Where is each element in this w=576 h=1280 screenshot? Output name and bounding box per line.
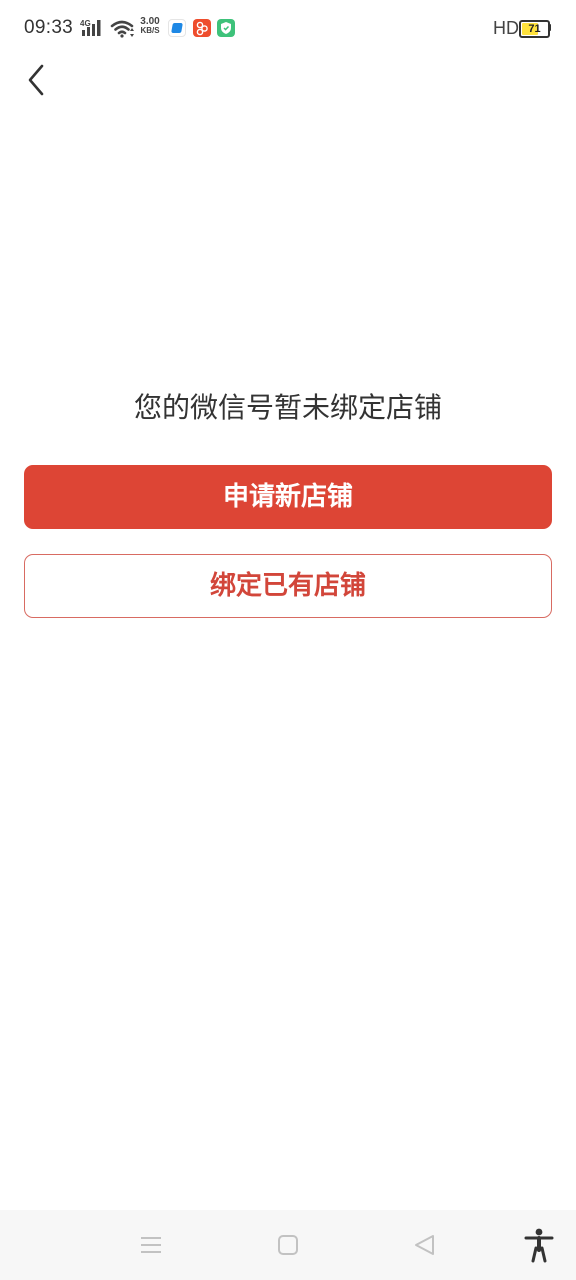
battery-icon: 71 — [519, 20, 550, 38]
accessibility-button[interactable] — [519, 1226, 559, 1266]
chevron-left-icon — [28, 64, 44, 96]
net-speed-value: 3.00 — [140, 16, 160, 27]
menu-icon — [141, 1237, 161, 1253]
svg-text:4G: 4G — [80, 19, 91, 28]
orange-app-icon — [193, 19, 211, 37]
battery-tip — [548, 24, 551, 31]
signal-4g-icon: 4G — [80, 19, 101, 36]
wifi-icon — [110, 20, 134, 38]
net-speed-unit: KB/S — [140, 26, 160, 35]
menu-button[interactable] — [131, 1226, 171, 1266]
net-speed: 3.00 KB/S — [138, 16, 162, 36]
back-triangle-icon — [415, 1235, 434, 1255]
status-time: 09:33 — [24, 17, 74, 38]
unbound-message: 您的微信号暂未绑定店铺 — [133, 391, 442, 424]
apply-new-store-button[interactable]: 申请新店铺 — [24, 465, 552, 529]
hd-label: HD — [493, 18, 519, 38]
system-back-button[interactable] — [405, 1226, 445, 1266]
green-shield-app-icon — [217, 19, 235, 37]
back-button[interactable] — [14, 58, 58, 102]
status-bar: 09:33 4G 3.00 KB/S HD 71 — [0, 0, 576, 58]
battery-level: 71 — [528, 23, 541, 35]
navigation-bar — [0, 1210, 576, 1280]
blue-app-icon — [168, 19, 186, 37]
accessibility-icon — [524, 1228, 554, 1263]
home-icon — [278, 1235, 298, 1255]
bind-existing-store-button[interactable]: 绑定已有店铺 — [24, 554, 552, 618]
screen: 09:33 4G 3.00 KB/S HD 71 您的微信号暂未绑定店铺 申请新… — [0, 0, 576, 1280]
home-button[interactable] — [268, 1226, 308, 1266]
